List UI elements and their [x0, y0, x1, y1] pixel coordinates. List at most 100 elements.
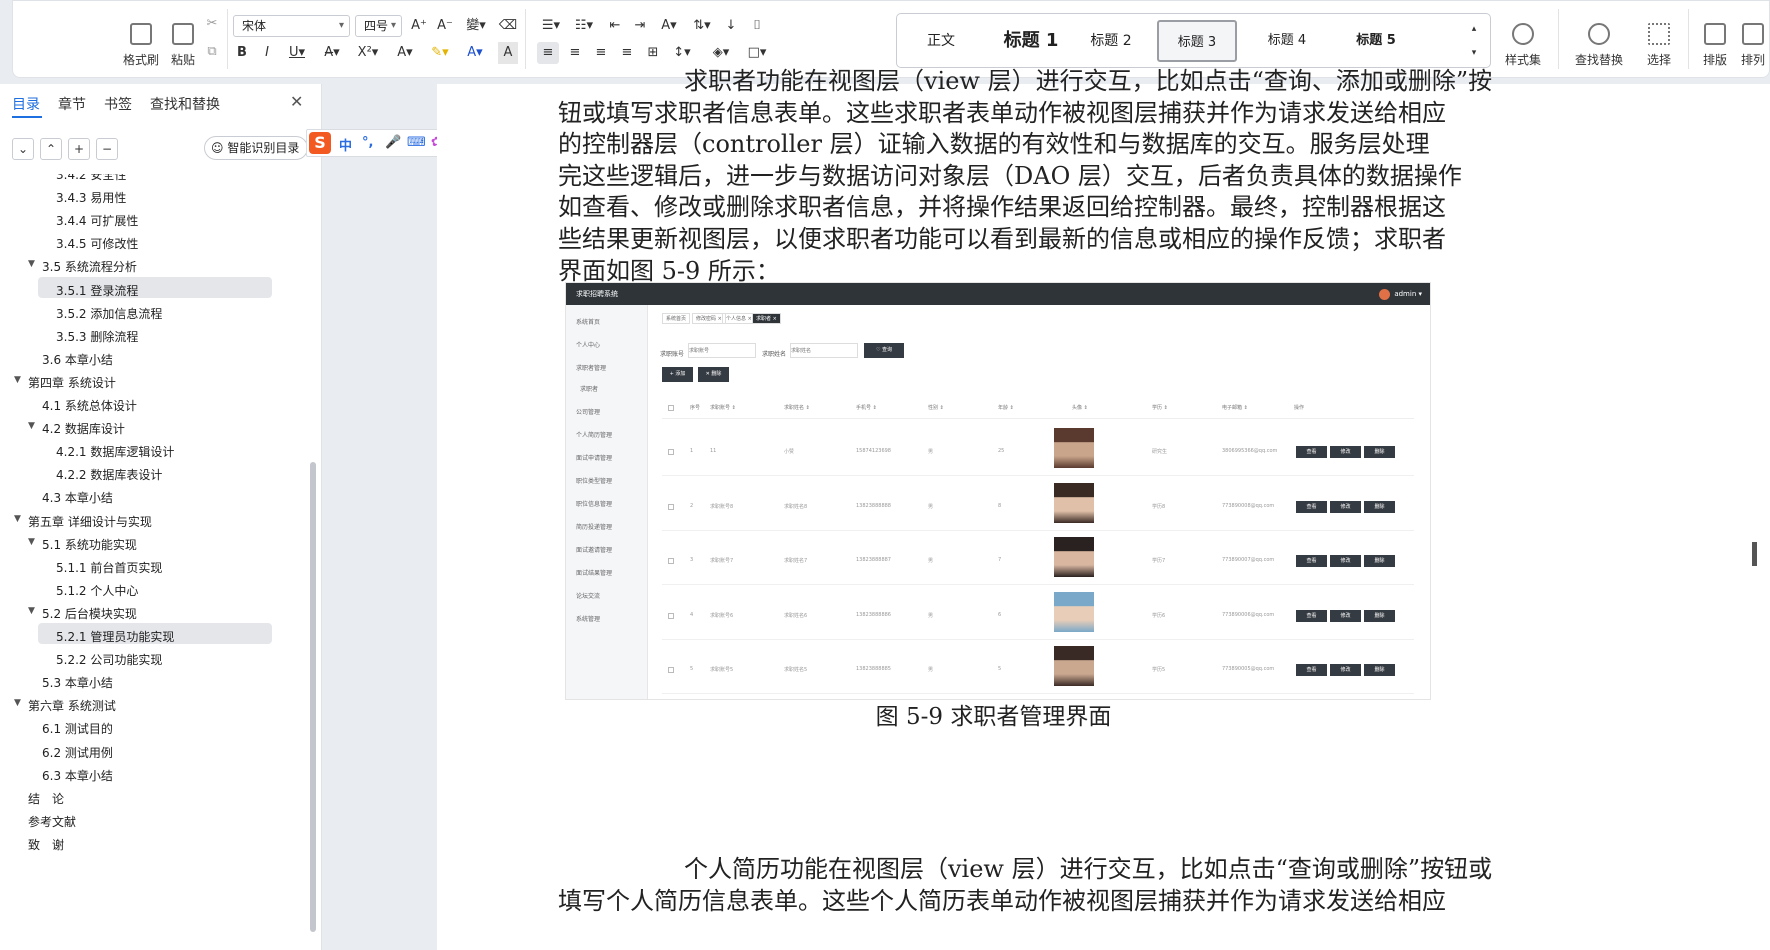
styles-more-icon[interactable]: ▾ [1467, 42, 1481, 64]
menu-item[interactable]: 求职者管理 [576, 363, 606, 372]
menu-item[interactable]: 求职者 [580, 384, 598, 393]
copy-icon[interactable]: ⧉ [201, 41, 223, 63]
toc-item[interactable]: 5.1 系统功能实现 [42, 536, 137, 553]
row-action-button[interactable]: 删除 [1364, 609, 1395, 622]
style-normal[interactable]: 正文 [907, 20, 975, 62]
row-action-button[interactable]: 修改 [1330, 664, 1361, 676]
toc-item[interactable]: 3.5.2 添加信息流程 [56, 305, 162, 322]
menu-item[interactable]: 系统管理 [576, 614, 600, 623]
superscript-icon[interactable]: X²▾ [353, 42, 383, 64]
style-heading5[interactable]: 标题 5 [1337, 20, 1415, 62]
highlight-icon[interactable]: ✎▾ [426, 42, 454, 64]
row-action-button[interactable]: 修改 [1330, 500, 1361, 513]
shrink-font-icon[interactable]: A⁻ [435, 15, 455, 37]
toc-item[interactable]: 第五章 详细设计与实现 [28, 513, 152, 530]
bullets-icon[interactable]: ☰▾ [538, 15, 564, 37]
toc-item[interactable]: 6.1 测试目的 [42, 720, 113, 737]
row-action-button[interactable]: 查看 [1296, 609, 1327, 622]
toc-item[interactable]: 5.2.2 公司功能实现 [56, 651, 162, 668]
align-center-icon[interactable]: ≡ [565, 42, 585, 64]
toc-item[interactable]: 3.5 系统流程分析 [42, 258, 137, 275]
row-action-button[interactable]: 删除 [1364, 664, 1395, 676]
select-button[interactable]: 选择 [1637, 13, 1681, 68]
paste-button[interactable]: 粘贴 [163, 13, 203, 68]
smart-toc-button[interactable]: ☺ 智能识别目录 [204, 136, 309, 160]
tab-sections[interactable]: 章节 [58, 94, 86, 114]
style-set-button[interactable]: 样式集 [1495, 13, 1551, 68]
keyboard-icon[interactable]: ⌨ [407, 135, 426, 150]
expand-icon[interactable]: ▼ [14, 375, 21, 385]
distributed-icon[interactable]: ⊞ [643, 42, 663, 64]
menu-item[interactable]: 简历投递管理 [576, 522, 612, 531]
border-icon[interactable]: □▾ [743, 42, 771, 64]
numbering-icon[interactable]: ☷▾ [571, 15, 597, 37]
toc-item[interactable]: 致 谢 [28, 836, 64, 853]
find-replace-button[interactable]: 查找替换 [1563, 13, 1635, 68]
row-checkbox[interactable] [668, 503, 674, 510]
toc-item[interactable]: 4.2 数据库设计 [42, 420, 125, 437]
toc-item[interactable]: 6.3 本章小结 [42, 767, 113, 784]
select-all-checkbox[interactable] [668, 405, 674, 411]
toc-item[interactable]: 4.1 系统总体设计 [42, 397, 137, 414]
expand-icon[interactable]: ▼ [28, 606, 35, 616]
row-action-button[interactable]: 修改 [1330, 555, 1361, 567]
breadcrumb-tag[interactable]: 个人信息 × [722, 313, 756, 324]
toc-item[interactable]: 5.1.1 前台首页实现 [56, 559, 162, 576]
collapse-all-icon[interactable]: ⌄ [12, 138, 34, 160]
row-checkbox[interactable] [668, 612, 674, 619]
toc-item[interactable]: 第六章 系统测试 [28, 697, 116, 714]
row-action-button[interactable]: 查看 [1296, 500, 1327, 513]
increase-indent-icon[interactable]: ⇥ [630, 15, 650, 37]
row-action-button[interactable]: 修改 [1330, 446, 1361, 458]
toc-item[interactable]: 第四章 系统设计 [28, 374, 116, 391]
breadcrumb-tag[interactable]: 修改密码 × [692, 313, 726, 324]
format-painter-button[interactable]: 格式刷 [121, 13, 161, 68]
breadcrumb-tag[interactable]: 求职者 × [752, 313, 781, 324]
phonetic-icon[interactable]: 變▾ [461, 15, 491, 37]
cut-icon[interactable]: ✂ [201, 13, 223, 35]
toc-item[interactable]: 3.4.4 可扩展性 [56, 212, 138, 229]
menu-item[interactable]: 面试结果管理 [576, 568, 612, 577]
row-action-button[interactable]: 修改 [1330, 609, 1361, 622]
microphone-icon[interactable]: 🎤 [385, 135, 401, 150]
menu-item[interactable]: 个人中心 [576, 340, 600, 349]
query-button[interactable]: ♡ 查询 [864, 343, 904, 358]
toc-item[interactable]: 5.2 后台模块实现 [42, 605, 137, 622]
line-spacing-icon[interactable]: ↕▾ [669, 42, 695, 64]
tab-bookmarks[interactable]: 书签 [104, 94, 132, 114]
tab-find-replace[interactable]: 查找和替换 [150, 94, 220, 114]
toc-item[interactable]: 3.4.2 安全性 [56, 174, 126, 183]
text-direction-icon[interactable]: A▾ [656, 15, 682, 37]
row-action-button[interactable]: 查看 [1296, 446, 1327, 458]
toc-item[interactable]: 3.4.3 易用性 [56, 189, 126, 206]
expand-icon[interactable]: ▼ [14, 514, 21, 524]
toc-item[interactable]: 5.1.2 个人中心 [56, 582, 138, 599]
grow-font-icon[interactable]: A⁺ [409, 15, 429, 37]
row-checkbox[interactable] [668, 558, 674, 564]
search-input[interactable] [790, 343, 858, 358]
delete-button[interactable]: ✕ 删除 [698, 367, 729, 382]
menu-item[interactable]: 职位类型管理 [576, 476, 612, 485]
menu-item[interactable]: 论坛交流 [576, 591, 600, 600]
sort-icon[interactable]: ⇅▾ [689, 15, 715, 37]
italic-icon[interactable]: I [258, 42, 276, 64]
add-item-icon[interactable]: + [68, 138, 90, 160]
menu-item[interactable]: 面试邀请管理 [576, 545, 612, 554]
char-shading-icon[interactable]: A [498, 42, 518, 64]
toc-item[interactable]: 5.2.1 管理员功能实现 [56, 628, 174, 645]
layout-button[interactable]: 排版 [1695, 13, 1735, 68]
sogou-logo-icon[interactable]: S [309, 132, 331, 154]
style-heading3[interactable]: 标题 3 [1157, 20, 1237, 62]
toc-item[interactable]: 3.5.1 登录流程 [56, 282, 138, 299]
menu-item[interactable]: 职位信息管理 [576, 499, 612, 508]
row-checkbox[interactable] [668, 449, 674, 455]
menu-item[interactable]: 系统首页 [576, 317, 600, 326]
level-up-icon[interactable]: ⌃ [40, 138, 62, 160]
ime-mode-label[interactable]: 中 [339, 135, 352, 154]
remove-item-icon[interactable]: − [96, 138, 118, 160]
toc-item[interactable]: 结 论 [28, 790, 64, 807]
justify-icon[interactable]: ≡ [617, 42, 637, 64]
font-color-icon[interactable]: A▾ [461, 42, 489, 64]
strikethrough-icon[interactable]: A̶▾ [318, 42, 346, 64]
menu-item[interactable]: 公司管理 [576, 407, 600, 416]
